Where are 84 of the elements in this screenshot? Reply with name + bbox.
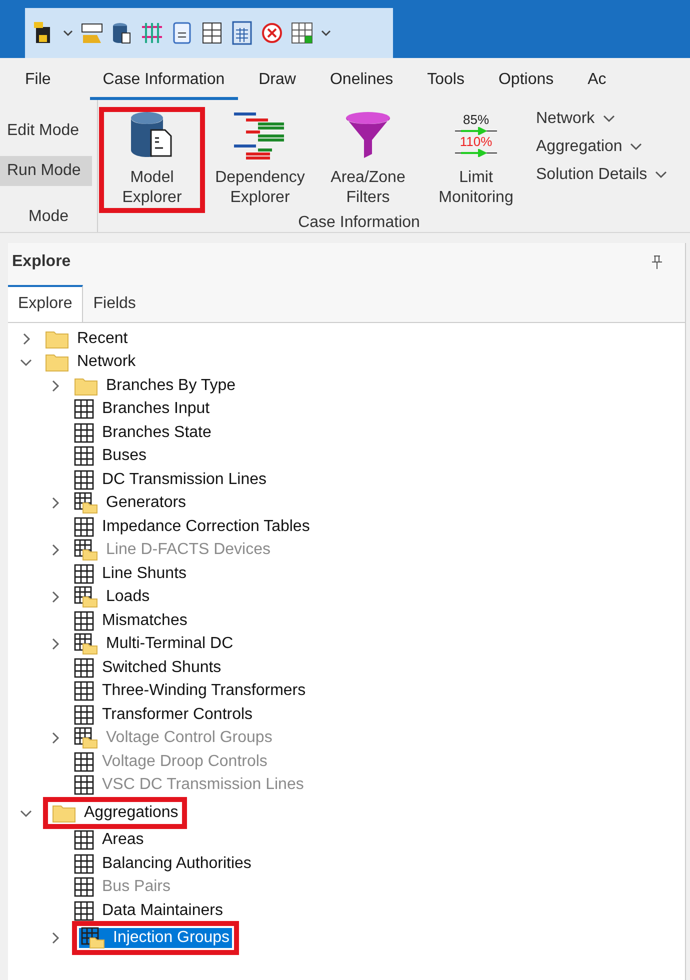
panel-tab[interactable]: Explore [8, 285, 84, 322]
ribbon-button[interactable]: Dependency Explorer [206, 106, 314, 214]
tree-item[interactable]: Network [43, 351, 140, 374]
table-icon [74, 446, 94, 466]
dropdown-button[interactable]: Network [536, 110, 668, 128]
folder-icon [45, 352, 69, 372]
table-icon [74, 854, 94, 874]
tree-item[interactable]: Line Shunts [72, 562, 191, 585]
tree-item[interactable]: Injection Groups [72, 921, 239, 956]
tree-item[interactable]: Balancing Authorities [72, 852, 256, 875]
calculator-icon[interactable] [231, 21, 253, 45]
tree-item[interactable]: Generators [72, 491, 190, 516]
dropdown-caret-icon[interactable] [321, 29, 331, 37]
dropdown-button[interactable]: Aggregation [536, 138, 668, 156]
ribbon-tab[interactable]: Draw [246, 71, 309, 100]
database-icon[interactable] [111, 21, 133, 45]
tree-item[interactable]: Branches By Type [72, 374, 240, 397]
dropdown-caret-icon[interactable] [63, 29, 73, 37]
table-folder-icon [74, 727, 98, 750]
table-icon [74, 516, 94, 537]
panel-tab[interactable]: Fields [83, 285, 147, 322]
tree-item[interactable]: Switched Shunts [72, 656, 226, 679]
ribbon-tab[interactable]: Options [485, 71, 567, 100]
table-icon [74, 470, 94, 490]
ribbon-button[interactable]: Model Explorer [98, 106, 206, 214]
funnel-icon [343, 110, 393, 160]
table-icon [74, 610, 94, 631]
table-icon [74, 564, 94, 584]
table-icon [74, 704, 94, 725]
grid-chart-icon[interactable] [291, 21, 313, 45]
close-icon[interactable] [261, 21, 283, 45]
table-icon [74, 399, 94, 420]
tree-item[interactable]: Loads [72, 585, 154, 610]
chevron-down-icon [655, 171, 668, 179]
ribbon-button[interactable]: Area/Zone Filters [314, 106, 422, 214]
table-icon [74, 752, 94, 772]
bus-diagram-icon[interactable] [141, 21, 163, 45]
tree-item[interactable]: Branches Input [72, 398, 214, 420]
table-icon [74, 830, 94, 850]
open-file-icon[interactable] [81, 21, 103, 45]
dropdown-button[interactable]: Solution Details [536, 166, 668, 184]
chevron-down-icon [602, 115, 615, 123]
table-icon [74, 658, 94, 678]
table-icon [74, 775, 94, 796]
table-folder-icon [74, 492, 98, 514]
tree-item[interactable]: Impedance Correction Tables [72, 516, 314, 538]
folder-icon [74, 376, 98, 396]
tree-item[interactable]: Mismatches [72, 610, 192, 632]
table-icon [74, 422, 94, 443]
tree-item[interactable]: Aggregations [43, 796, 188, 829]
ribbon-tab[interactable]: Tools [414, 71, 478, 100]
chevron-down-icon [630, 143, 642, 151]
log-icon[interactable] [171, 21, 193, 45]
table-folder-icon [74, 586, 98, 608]
table-icon[interactable] [201, 21, 223, 45]
folder-icon [52, 802, 76, 823]
tree-item[interactable]: Multi-Terminal DC [72, 632, 238, 656]
ribbon-button[interactable]: 85% 110% Limit Monitoring [422, 106, 530, 214]
table-icon [74, 900, 94, 921]
panel-title: Explore [12, 253, 71, 271]
tree-item[interactable]: Data Maintainers [72, 900, 227, 922]
folder-icon [45, 328, 69, 349]
tree-item[interactable]: Areas [72, 829, 148, 852]
ribbon-tab[interactable]: File [12, 71, 64, 100]
tree-item[interactable]: Recent [43, 328, 132, 350]
database-icon [129, 110, 175, 160]
table-icon [74, 681, 94, 702]
ribbon-tab[interactable]: Ac [574, 71, 620, 100]
group-label: Case Information [297, 214, 421, 233]
tree-item[interactable]: Buses [72, 445, 150, 468]
tree-item[interactable]: Three-Winding Transformers [72, 680, 310, 702]
table-folder-icon [81, 927, 105, 950]
table-icon [74, 877, 94, 898]
mode-button[interactable]: Run Mode [0, 156, 92, 186]
pin-icon[interactable] [651, 255, 663, 269]
table-folder-icon [74, 539, 98, 562]
ribbon-tab[interactable]: Onelines [316, 71, 406, 100]
tree-item[interactable]: Transformer Controls [72, 704, 257, 726]
group-label: Mode [27, 208, 70, 227]
ribbon-tab[interactable]: Case Information [90, 71, 238, 100]
table-folder-icon [74, 633, 98, 656]
mode-button[interactable]: Edit Mode [0, 116, 92, 146]
tree-item[interactable]: DC Transmission Lines [72, 468, 270, 491]
tree-item[interactable]: Branches State [72, 422, 216, 444]
